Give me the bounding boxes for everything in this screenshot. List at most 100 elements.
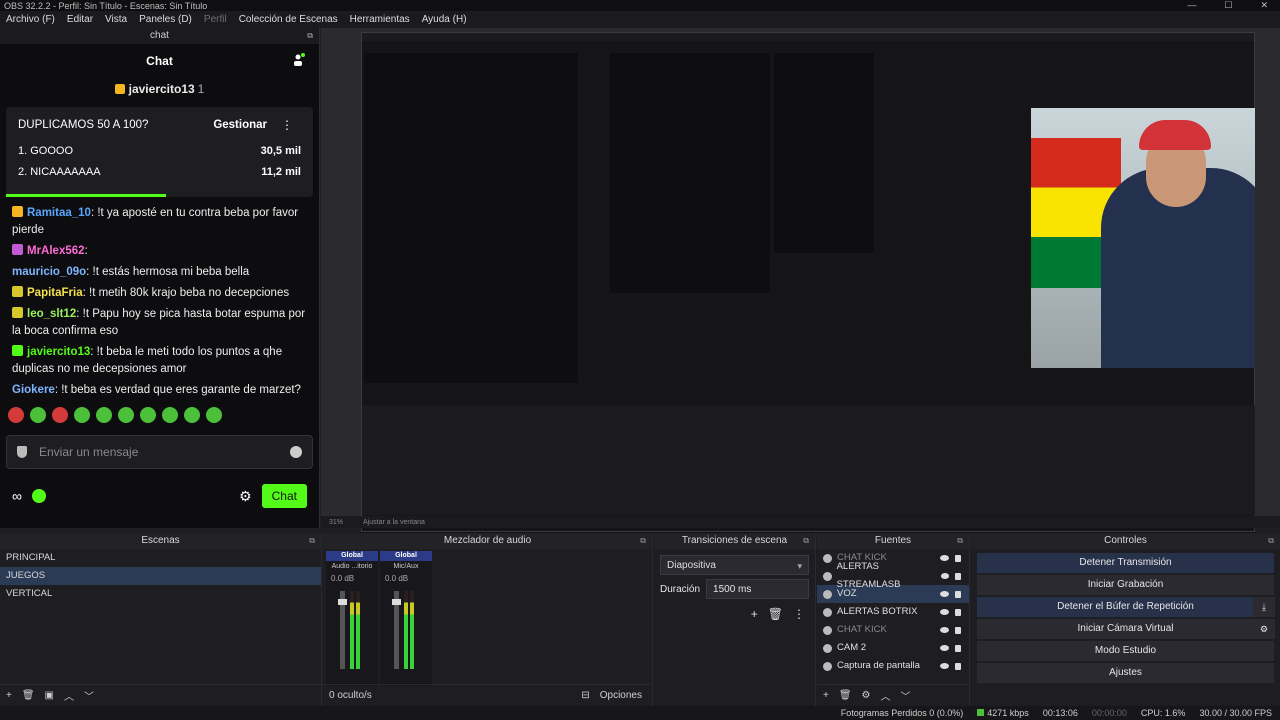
- chat-username[interactable]: Ramitaa_10: [27, 207, 91, 219]
- scene-item[interactable]: PRINCIPAL: [0, 549, 321, 567]
- chat-messages: Ramitaa_10: !t ya aposté en tu contra be…: [0, 197, 319, 403]
- visibility-icon[interactable]: [940, 627, 949, 633]
- source-item[interactable]: ALERTAS BOTRIX: [817, 603, 969, 621]
- add-icon[interactable]: +: [6, 690, 12, 701]
- visibility-icon[interactable]: [940, 555, 949, 561]
- lock-icon[interactable]: [955, 662, 961, 670]
- filter-icon[interactable]: ▣: [45, 690, 54, 701]
- gear-icon[interactable]: ⚙: [239, 488, 252, 505]
- move-down-icon[interactable]: ﹀: [901, 688, 911, 703]
- chat-username[interactable]: PapitaFria: [27, 287, 83, 299]
- start-recording-button[interactable]: Iniciar Grabación: [977, 575, 1274, 595]
- trash-icon[interactable]: 🗑: [768, 607, 783, 621]
- mixer-options-button[interactable]: Opciones: [600, 690, 652, 701]
- chat-username[interactable]: leo_slt12: [27, 308, 76, 320]
- lock-icon[interactable]: [955, 608, 961, 616]
- emote-icon[interactable]: [184, 407, 200, 423]
- emote-icon[interactable]: [74, 407, 90, 423]
- source-item[interactable]: CHAT KICK: [817, 621, 969, 639]
- dock-float-icon[interactable]: ⧉: [803, 533, 809, 549]
- menu-archivo[interactable]: Archivo (F): [0, 14, 61, 25]
- menu-coleccion-escenas[interactable]: Colección de Escenas: [233, 14, 344, 25]
- kick-icon[interactable]: [31, 489, 46, 503]
- trash-icon[interactable]: 🗑: [22, 690, 35, 701]
- source-item[interactable]: Captura de pantalla: [817, 657, 969, 675]
- move-down-icon[interactable]: ﹀: [84, 688, 94, 703]
- menu-ayuda[interactable]: Ayuda (H): [416, 14, 473, 25]
- emote-icon[interactable]: [206, 407, 222, 423]
- start-virtual-camera-button[interactable]: Iniciar Cámara Virtual ⚙: [977, 619, 1275, 639]
- move-up-icon[interactable]: ︿: [881, 688, 891, 703]
- add-icon[interactable]: +: [751, 607, 758, 621]
- program-canvas[interactable]: [361, 32, 1255, 554]
- visibility-icon[interactable]: [940, 645, 949, 651]
- scene-item[interactable]: VERTICAL: [0, 585, 321, 603]
- chat-username[interactable]: javiercito13: [27, 346, 90, 358]
- poll-more-icon[interactable]: ⋮: [281, 118, 293, 132]
- lock-icon[interactable]: [955, 644, 961, 652]
- volume-fader[interactable]: [338, 591, 347, 669]
- preview-area[interactable]: 31% Ajustar a la ventana: [321, 28, 1280, 554]
- studio-mode-button[interactable]: Modo Estudio: [977, 641, 1274, 661]
- save-replay-icon[interactable]: ⤓: [1253, 597, 1275, 617]
- dock-float-icon[interactable]: ⧉: [309, 533, 315, 549]
- dock-float-icon[interactable]: ⧉: [1268, 533, 1274, 549]
- transition-select[interactable]: Diapositiva: [660, 555, 809, 576]
- emote-icon[interactable]: [118, 407, 134, 423]
- emote-icon[interactable]: [96, 407, 112, 423]
- menu-editar[interactable]: Editar: [61, 14, 99, 25]
- emote-icon[interactable]: [52, 407, 68, 423]
- chat-username[interactable]: MrAlex562: [27, 245, 85, 257]
- host-name[interactable]: javiercito13: [129, 82, 195, 96]
- move-up-icon[interactable]: ︿: [64, 688, 74, 703]
- lock-icon[interactable]: [955, 590, 961, 598]
- chat-send-button[interactable]: Chat: [261, 484, 307, 508]
- minimize-icon[interactable]: —: [1187, 0, 1196, 11]
- maximize-icon[interactable]: ☐: [1224, 0, 1232, 11]
- stop-replay-buffer-button[interactable]: Detener el Búfer de Repetición ⤓: [977, 597, 1275, 617]
- duration-input[interactable]: 1500 ms: [706, 579, 809, 599]
- close-icon[interactable]: ✕: [1260, 0, 1268, 11]
- mixer-layout-icon[interactable]: ⊟: [581, 690, 589, 701]
- more-icon[interactable]: ⋮: [793, 607, 805, 621]
- chat-username[interactable]: mauricio_09o: [12, 266, 86, 278]
- chat-username[interactable]: Giokere: [12, 384, 55, 396]
- zoom-level[interactable]: 31%: [329, 519, 343, 526]
- visibility-icon[interactable]: [940, 591, 949, 597]
- settings-button[interactable]: Ajustes: [977, 663, 1274, 683]
- emote-icon[interactable]: [8, 407, 24, 423]
- add-icon[interactable]: +: [823, 690, 829, 701]
- lock-icon[interactable]: [955, 554, 961, 562]
- emoji-icon[interactable]: [290, 446, 302, 458]
- menu-perfil[interactable]: Perfil: [198, 14, 233, 25]
- emote-row: [0, 403, 319, 427]
- chat-message-input[interactable]: Enviar un mensaje: [6, 435, 313, 469]
- points-icon[interactable]: ∞: [12, 488, 22, 504]
- visibility-icon[interactable]: [940, 663, 949, 669]
- visibility-icon[interactable]: [940, 573, 950, 579]
- mixer-footer: 0 oculto/s ⊟ Opciones: [323, 684, 652, 706]
- source-item[interactable]: ALERTAS STREAMLASB: [817, 561, 969, 590]
- menu-vista[interactable]: Vista: [99, 14, 133, 25]
- emote-icon[interactable]: [162, 407, 178, 423]
- stop-streaming-button[interactable]: Detener Transmisión: [977, 553, 1274, 573]
- dock-float-icon[interactable]: ⧉: [307, 28, 313, 44]
- menu-herramientas[interactable]: Herramientas: [344, 14, 416, 25]
- dock-float-icon[interactable]: ⧉: [957, 533, 963, 549]
- source-item[interactable]: CAM 2: [817, 639, 969, 657]
- scene-item-selected[interactable]: JUEGOS: [0, 567, 321, 585]
- lock-icon[interactable]: [955, 572, 961, 580]
- fit-window-select[interactable]: Ajustar a la ventana: [363, 519, 425, 526]
- dock-float-icon[interactable]: ⧉: [640, 533, 646, 549]
- menu-paneles[interactable]: Paneles (D): [133, 14, 198, 25]
- poll-manage-button[interactable]: Gestionar: [213, 119, 267, 131]
- gear-icon[interactable]: ⚙: [862, 690, 871, 701]
- lock-icon[interactable]: [955, 626, 961, 634]
- trash-icon[interactable]: 🗑: [839, 690, 852, 701]
- gear-icon[interactable]: ⚙: [1253, 619, 1275, 639]
- emote-icon[interactable]: [30, 407, 46, 423]
- emote-icon[interactable]: [140, 407, 156, 423]
- users-icon[interactable]: [291, 53, 305, 67]
- volume-fader[interactable]: [392, 591, 401, 669]
- visibility-icon[interactable]: [940, 609, 949, 615]
